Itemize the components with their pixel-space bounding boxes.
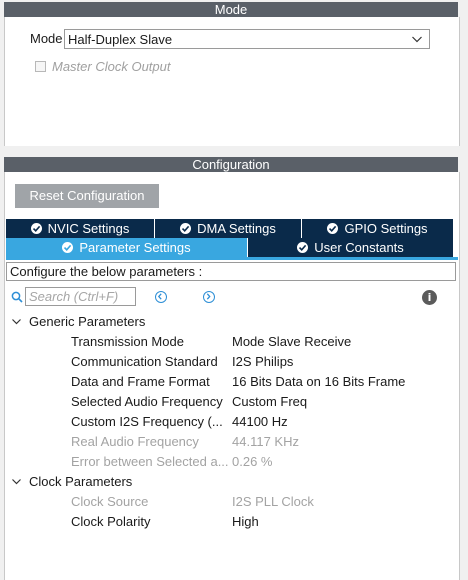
tab-dma-settings[interactable]: DMA Settings: [155, 219, 301, 238]
param-value[interactable]: Custom Freq: [232, 394, 307, 409]
param-name: Clock Source: [71, 494, 149, 509]
group-generic-parameters[interactable]: Generic Parameters: [29, 314, 145, 329]
config-section-header: Configuration: [4, 157, 458, 172]
configure-text: Configure the below parameters :: [6, 262, 456, 281]
search-input[interactable]: [25, 287, 136, 306]
chevron-right-icon: [206, 293, 211, 300]
tab-label: NVIC Settings: [47, 221, 130, 236]
param-value[interactable]: I2S Philips: [232, 354, 293, 369]
param-value: I2S PLL Clock: [232, 494, 314, 509]
tab-label: Parameter Settings: [79, 240, 191, 255]
param-value[interactable]: High: [232, 514, 259, 529]
tab-label: GPIO Settings: [344, 221, 428, 236]
param-name: Clock Polarity: [71, 514, 151, 529]
check-circle-icon: [327, 223, 339, 234]
param-value: 44.117 KHz: [232, 434, 299, 449]
info-icon[interactable]: i: [422, 290, 437, 305]
check-circle-icon: [180, 223, 192, 234]
param-value: 0.26 %: [232, 454, 273, 469]
param-name: Custom I2S Frequency (...: [71, 414, 223, 429]
param-name: Error between Selected a...: [71, 454, 229, 469]
param-name: Data and Frame Format: [71, 374, 210, 389]
tab-underline: [6, 257, 458, 260]
reset-configuration-button[interactable]: Reset Configuration: [15, 184, 159, 208]
chevron-down-icon[interactable]: [11, 316, 22, 327]
check-circle-icon: [30, 223, 42, 234]
chevron-left-icon: [157, 293, 162, 300]
param-name: Selected Audio Frequency: [71, 394, 223, 409]
tab-parameter-settings[interactable]: Parameter Settings: [6, 238, 247, 257]
master-clock-checkbox[interactable]: [35, 61, 46, 72]
mode-section-header: Mode: [4, 2, 458, 17]
chevron-down-icon: [412, 36, 422, 43]
mode-select[interactable]: Half-Duplex Slave: [64, 29, 430, 49]
tab-user-constants[interactable]: User Constants: [248, 238, 453, 257]
search-prev-button[interactable]: [155, 291, 167, 303]
param-name: Communication Standard: [71, 354, 218, 369]
mode-select-value: Half-Duplex Slave: [68, 32, 173, 47]
check-circle-icon: [297, 242, 309, 253]
param-value[interactable]: Mode Slave Receive: [232, 334, 351, 349]
check-circle-icon: [62, 242, 74, 253]
tab-nvic-settings[interactable]: NVIC Settings: [6, 219, 154, 238]
search-icon: [11, 291, 23, 303]
group-clock-parameters[interactable]: Clock Parameters: [29, 474, 132, 489]
param-name: Transmission Mode: [71, 334, 184, 349]
param-value[interactable]: 16 Bits Data on 16 Bits Frame: [232, 374, 405, 389]
chevron-down-icon[interactable]: [11, 476, 22, 487]
master-clock-label: Master Clock Output: [52, 59, 171, 74]
tab-label: DMA Settings: [197, 221, 276, 236]
param-value[interactable]: 44100 Hz: [232, 414, 288, 429]
search-next-button[interactable]: [203, 291, 215, 303]
tab-label: User Constants: [314, 240, 404, 255]
mode-label: Mode: [30, 31, 63, 46]
tab-gpio-settings[interactable]: GPIO Settings: [302, 219, 453, 238]
param-name: Real Audio Frequency: [71, 434, 199, 449]
